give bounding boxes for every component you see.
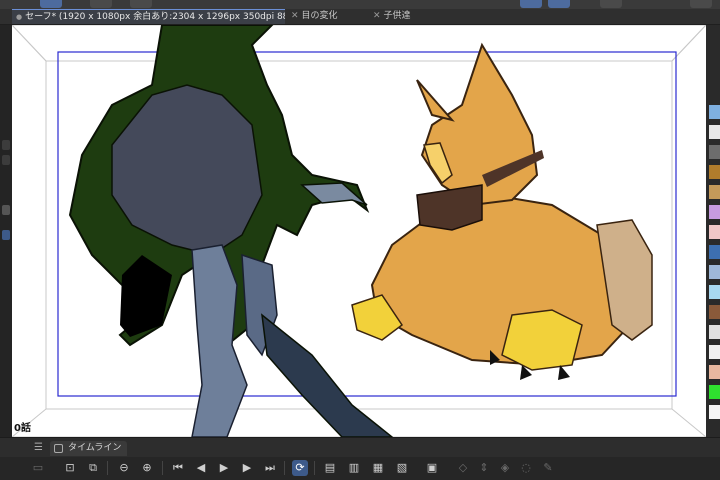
zoom-out-icon[interactable]: ⊖ <box>116 460 132 476</box>
color-swatch[interactable] <box>709 245 720 259</box>
tab-eye-change[interactable]: ✕ 目の変化 <box>287 9 367 24</box>
timeline-controls: ▭ ⊡ ⧉ ⊖ ⊕ ⏮ ◀ ▶ ▶ ⏭ ⟳ ▤ ▥ ▦ ▧ ▣ ◇ ⇕ ◈ ◌ … <box>0 457 720 480</box>
insert-frame-icon[interactable]: ▦ <box>370 460 386 476</box>
tab-label: セーフ* (1920 x 1080px 余白あり:2304 x 1296px 3… <box>25 12 285 22</box>
close-icon[interactable]: ✕ <box>373 11 381 21</box>
tab-timeline[interactable]: タイムライン <box>50 441 128 456</box>
tool-button[interactable] <box>600 0 622 8</box>
play-icon[interactable]: ▶ <box>216 460 232 476</box>
zoom-in-icon[interactable]: ⊕ <box>139 460 155 476</box>
tool-button[interactable] <box>90 0 112 8</box>
tab-label: 子供達 <box>383 11 411 21</box>
tool-button[interactable] <box>690 0 712 8</box>
canvas-artwork <box>12 25 706 437</box>
color-swatch[interactable] <box>709 405 720 419</box>
keyframe-icon[interactable]: ◇ <box>455 460 471 476</box>
timeline-panel-header: ☰ タイムライン <box>0 437 720 458</box>
timeline-tab-label: タイムライン <box>68 443 122 453</box>
tab-safe[interactable]: ● セーフ* (1920 x 1080px 余白あり:2304 x 1296px … <box>12 9 285 24</box>
color-swatch[interactable] <box>709 105 720 119</box>
loop-icon[interactable]: ⟳ <box>292 460 308 476</box>
color-swatch[interactable] <box>709 145 720 159</box>
tool-button[interactable] <box>40 0 62 8</box>
color-swatch[interactable] <box>709 385 720 399</box>
griffin-illustration <box>351 42 653 380</box>
tween-icon[interactable]: ◈ <box>497 460 513 476</box>
top-toolbar <box>0 0 720 9</box>
drawing-canvas[interactable]: 0話 <box>12 25 706 437</box>
color-swatch[interactable] <box>709 365 720 379</box>
pen-icon[interactable]: ✎ <box>540 460 556 476</box>
color-swatch[interactable] <box>709 325 720 339</box>
panel-button[interactable] <box>2 155 10 165</box>
left-panel-edge <box>0 25 12 437</box>
specify-cel-icon[interactable]: ▥ <box>346 460 362 476</box>
episode-label: 0話 <box>14 423 31 434</box>
dark-creature-illustration <box>68 25 394 437</box>
color-swatch[interactable] <box>709 125 720 139</box>
timeline-icon <box>54 444 63 453</box>
tab-label: 目の変化 <box>301 11 338 21</box>
tool-button[interactable] <box>548 0 570 8</box>
frame-settings-icon[interactable]: ⊡ <box>62 460 78 476</box>
color-swatch[interactable] <box>709 305 720 319</box>
panel-button[interactable] <box>2 230 10 240</box>
panel-button[interactable] <box>2 140 10 150</box>
curve-icon[interactable]: ◌ <box>518 460 534 476</box>
color-swatch[interactable] <box>709 185 720 199</box>
go-to-start-icon[interactable]: ⏮ <box>170 460 186 476</box>
next-frame-icon[interactable]: ▶ <box>239 460 255 476</box>
close-icon[interactable]: ● <box>16 13 22 21</box>
tool-button[interactable] <box>130 0 152 8</box>
color-swatch[interactable] <box>709 205 720 219</box>
export-icon[interactable]: ▣ <box>424 460 440 476</box>
onion-skin-icon[interactable]: ⧉ <box>85 460 101 476</box>
new-timeline-icon[interactable]: ▭ <box>30 460 46 476</box>
color-palette <box>706 25 720 437</box>
document-tab-bar: ● セーフ* (1920 x 1080px 余白あり:2304 x 1296px … <box>0 9 720 25</box>
menu-icon[interactable]: ☰ <box>34 442 43 453</box>
tool-button[interactable] <box>520 0 542 8</box>
color-swatch[interactable] <box>709 285 720 299</box>
panel-button[interactable] <box>2 205 10 215</box>
previous-frame-icon[interactable]: ◀ <box>193 460 209 476</box>
color-swatch[interactable] <box>709 165 720 179</box>
go-to-end-icon[interactable]: ⏭ <box>262 460 278 476</box>
delete-frame-icon[interactable]: ▧ <box>394 460 410 476</box>
close-icon[interactable]: ✕ <box>291 11 299 21</box>
color-swatch[interactable] <box>709 225 720 239</box>
add-cel-icon[interactable]: ▤ <box>322 460 338 476</box>
interpolate-icon[interactable]: ⇕ <box>476 460 492 476</box>
tab-children[interactable]: ✕ 子供達 <box>369 9 449 24</box>
color-swatch[interactable] <box>709 265 720 279</box>
color-swatch[interactable] <box>709 345 720 359</box>
